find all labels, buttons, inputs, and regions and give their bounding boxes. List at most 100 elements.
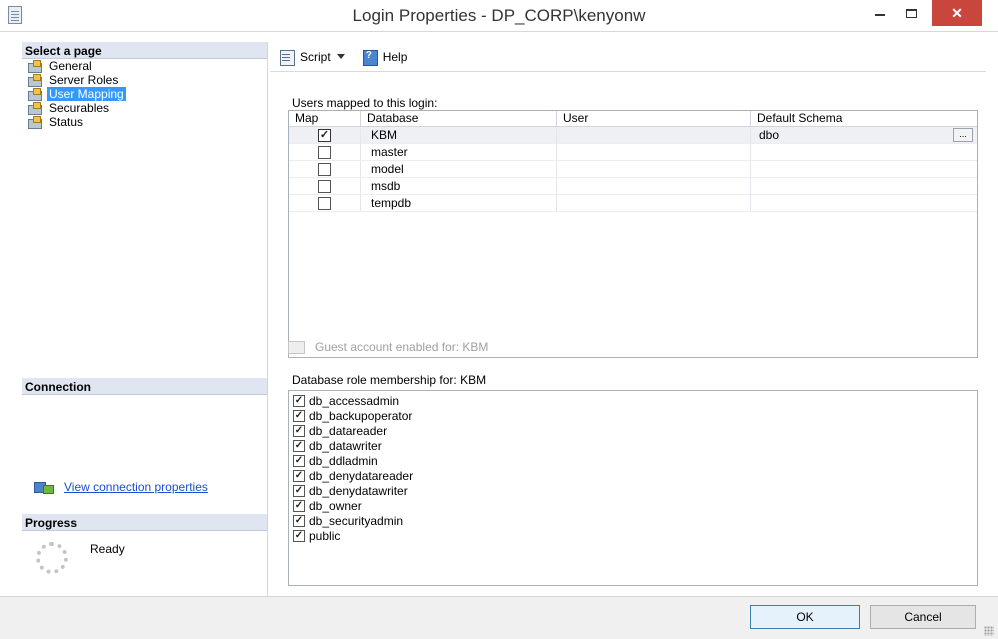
role-checkbox[interactable]: ✓ <box>293 529 305 542</box>
table-row[interactable]: tempdb <box>289 195 977 212</box>
progress-header: Progress <box>22 514 267 531</box>
minimize-button[interactable] <box>866 0 894 26</box>
page-icon <box>27 60 43 73</box>
list-item[interactable]: ✓ db_ddladmin <box>293 453 977 468</box>
user-cell[interactable] <box>557 127 751 143</box>
page-icon <box>27 116 43 129</box>
page-item-server-roles[interactable]: Server Roles <box>27 73 267 87</box>
window-title: Login Properties - DP_CORP\kenyonw <box>352 6 646 25</box>
role-checkbox[interactable]: ✓ <box>293 484 305 497</box>
column-header-map[interactable]: Map <box>289 111 361 126</box>
table-row[interactable]: model <box>289 161 977 178</box>
grid-header: Map Database User Default Schema <box>289 111 977 127</box>
page-item-user-mapping[interactable]: User Mapping <box>27 87 267 101</box>
role-label: db_denydatareader <box>309 468 414 483</box>
table-row[interactable]: msdb <box>289 178 977 195</box>
title-bar: Login Properties - DP_CORP\kenyonw ✕ <box>0 0 998 32</box>
database-cell: msdb <box>361 178 557 194</box>
role-checkbox[interactable]: ✓ <box>293 439 305 452</box>
script-icon <box>278 49 296 66</box>
role-checkbox[interactable]: ✓ <box>293 454 305 467</box>
close-icon: ✕ <box>951 4 963 21</box>
role-label: db_backupoperator <box>309 408 413 423</box>
connection-icon <box>34 480 54 494</box>
script-label: Script <box>300 49 331 64</box>
list-item[interactable]: ✓ db_denydatawriter <box>293 483 977 498</box>
page-item-securables[interactable]: Securables <box>27 101 267 115</box>
role-checkbox[interactable]: ✓ <box>293 409 305 422</box>
role-checkbox[interactable]: ✓ <box>293 424 305 437</box>
map-checkbox[interactable] <box>318 162 331 176</box>
help-icon <box>361 49 379 66</box>
guest-account-checkbox <box>288 340 305 354</box>
page-item-label: Status <box>49 115 84 129</box>
role-label: db_denydatawriter <box>309 483 408 498</box>
table-row[interactable]: master <box>289 144 977 161</box>
list-item[interactable]: ✓ db_accessadmin <box>293 393 977 408</box>
help-button[interactable]: Help <box>361 49 408 66</box>
schema-cell[interactable]: dbo <box>759 128 779 142</box>
list-item[interactable]: ✓ db_backupoperator <box>293 408 977 423</box>
page-item-label: Server Roles <box>49 73 119 87</box>
view-connection-properties-link[interactable]: View connection properties <box>34 480 208 494</box>
user-cell <box>557 195 751 211</box>
list-item[interactable]: ✓ db_owner <box>293 498 977 513</box>
table-row[interactable]: ✓ KBM dbo... <box>289 127 977 144</box>
map-checkbox[interactable] <box>318 196 331 210</box>
progress-status: Ready <box>90 542 125 556</box>
column-header-user[interactable]: User <box>557 111 751 126</box>
list-item[interactable]: ✓ db_securityadmin <box>293 513 977 528</box>
page-item-label: General <box>49 59 92 73</box>
guest-account-label: Guest account enabled for: KBM <box>315 340 489 354</box>
resize-grip-icon[interactable] <box>984 626 994 636</box>
user-cell <box>557 161 751 177</box>
schema-cell <box>751 161 977 177</box>
maximize-icon <box>905 8 917 18</box>
list-item[interactable]: ✓ db_denydatareader <box>293 468 977 483</box>
user-mapping-grid: Map Database User Default Schema ✓ KBM d… <box>288 110 978 358</box>
users-mapped-label: Users mapped to this login: <box>292 96 438 110</box>
progress-section: Progress <box>22 514 267 531</box>
role-label: public <box>309 528 341 543</box>
cancel-button[interactable]: Cancel <box>870 605 976 629</box>
browse-schema-button[interactable]: ... <box>953 128 973 142</box>
toolbar: Script Help <box>270 42 986 72</box>
role-checkbox[interactable]: ✓ <box>293 514 305 527</box>
role-checkbox[interactable]: ✓ <box>293 394 305 407</box>
connection-header: Connection <box>22 378 267 395</box>
connection-link-text: View connection properties <box>64 480 208 494</box>
page-icon <box>27 74 43 87</box>
column-header-default-schema[interactable]: Default Schema <box>751 111 977 126</box>
maximize-button[interactable] <box>897 0 925 26</box>
page-item-label: Securables <box>49 101 110 115</box>
map-checkbox[interactable] <box>318 179 331 193</box>
page-item-status[interactable]: Status <box>27 115 267 129</box>
role-label: db_datawriter <box>309 438 382 453</box>
list-item[interactable]: ✓ db_datawriter <box>293 438 977 453</box>
page-item-label: User Mapping <box>47 87 126 101</box>
close-button[interactable]: ✕ <box>932 0 982 26</box>
role-checkbox[interactable]: ✓ <box>293 499 305 512</box>
map-checkbox[interactable]: ✓ <box>318 128 331 142</box>
column-header-database[interactable]: Database <box>361 111 557 126</box>
script-button[interactable]: Script <box>278 49 351 66</box>
database-cell: model <box>361 161 557 177</box>
schema-cell <box>751 178 977 194</box>
role-label: db_ddladmin <box>309 453 378 468</box>
chevron-down-icon[interactable] <box>336 54 345 59</box>
map-checkbox[interactable] <box>318 145 331 159</box>
role-checkbox[interactable]: ✓ <box>293 469 305 482</box>
select-page-header: Select a page <box>22 42 267 59</box>
right-panel: Script Help Users mapped to this login: … <box>270 42 986 596</box>
minimize-icon <box>875 14 885 16</box>
page-item-general[interactable]: General <box>27 59 267 73</box>
list-item[interactable]: ✓ db_datareader <box>293 423 977 438</box>
left-panel: Select a page General Server Roles User … <box>22 42 268 596</box>
page-icon <box>27 88 43 101</box>
help-label: Help <box>382 49 408 64</box>
list-item[interactable]: ✓ public <box>293 528 977 543</box>
ok-button[interactable]: OK <box>750 605 860 629</box>
role-label: db_datareader <box>309 423 388 438</box>
role-label: db_securityadmin <box>309 513 404 528</box>
role-label: db_accessadmin <box>309 393 400 408</box>
